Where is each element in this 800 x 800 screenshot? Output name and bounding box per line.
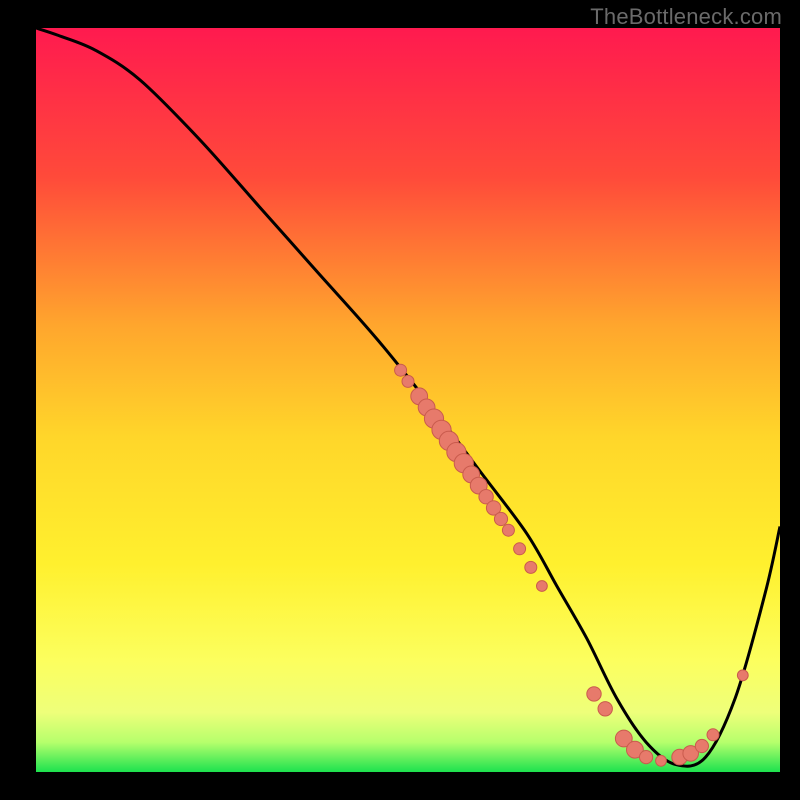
data-point (737, 670, 748, 681)
data-point (402, 375, 414, 387)
plot-background (36, 28, 780, 772)
data-point (494, 512, 507, 525)
data-point (598, 702, 612, 716)
data-point (502, 524, 514, 536)
data-point (695, 739, 708, 752)
data-point (587, 687, 601, 701)
data-point (656, 755, 667, 766)
data-point (707, 729, 719, 741)
data-point (395, 364, 407, 376)
data-point (514, 543, 526, 555)
bottleneck-chart (0, 0, 800, 800)
chart-frame: TheBottleneck.com (0, 0, 800, 800)
data-point (537, 581, 548, 592)
data-point (525, 561, 537, 573)
data-point (640, 751, 653, 764)
